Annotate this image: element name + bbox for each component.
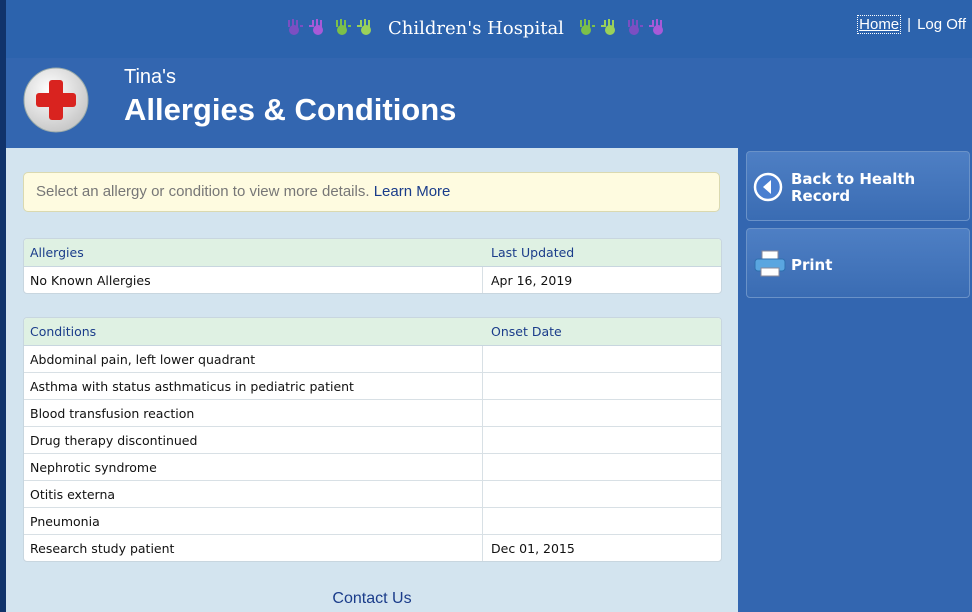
log-off-link[interactable]: Log Off (917, 16, 966, 33)
handprint-icon (627, 19, 643, 35)
handprint-icon (600, 19, 615, 35)
condition-name: Nephrotic syndrome (24, 454, 483, 480)
handprint-icon (336, 19, 351, 35)
table-row[interactable]: Drug therapy discontinued (24, 427, 721, 454)
back-button-label: Back to Health Record (791, 171, 915, 205)
back-to-health-record-button[interactable]: Back to Health Record (746, 151, 970, 221)
top-nav: Home | Log Off (857, 15, 966, 34)
hospital-brand: Children's Hospital (272, 8, 680, 48)
table-row[interactable]: Otitis externa (24, 481, 721, 508)
table-row[interactable]: No Known Allergies Apr 16, 2019 (24, 267, 721, 293)
allergy-date: Apr 16, 2019 (491, 272, 573, 288)
main-content: Select an allergy or condition to view m… (6, 148, 738, 612)
page-title: Allergies & Conditions (124, 92, 457, 127)
nav-separator: | (907, 16, 912, 33)
home-link[interactable]: Home (857, 15, 902, 34)
table-row[interactable]: Research study patient Dec 01, 2015 (24, 535, 721, 561)
condition-name: Asthma with status asthmaticus in pediat… (24, 373, 483, 399)
conditions-table: Conditions Onset Date Abdominal pain, le… (23, 317, 722, 562)
top-banner: Children's Hospital Home | Log Off (0, 0, 972, 58)
brand-name: Children's Hospital (388, 17, 564, 39)
print-button-label: Print (791, 256, 833, 274)
column-header-conditions[interactable]: Conditions (24, 318, 483, 345)
printer-icon (754, 250, 786, 277)
handprint-icon (579, 19, 595, 35)
handprint-icon (288, 19, 303, 35)
back-label-line2: Record (791, 187, 851, 205)
table-row[interactable]: Pneumonia (24, 508, 721, 535)
allergy-name: No Known Allergies (24, 267, 483, 293)
notice-text: Select an allergy or condition to view m… (36, 183, 370, 200)
condition-name: Research study patient (24, 535, 483, 561)
back-arrow-icon (753, 172, 783, 202)
back-label-line1: Back to Health (791, 170, 916, 188)
table-row[interactable]: Blood transfusion reaction (24, 400, 721, 427)
table-row[interactable]: Abdominal pain, left lower quadrant (24, 346, 721, 373)
info-notice: Select an allergy or condition to view m… (23, 172, 720, 212)
red-cross-icon (23, 67, 89, 133)
table-header: Allergies Last Updated (24, 239, 721, 267)
handprint-icon (309, 19, 323, 35)
handprint-icon (648, 19, 663, 35)
table-header: Conditions Onset Date (24, 318, 721, 346)
condition-date: Dec 01, 2015 (491, 540, 575, 556)
sidebar: Back to Health Record Print (738, 148, 972, 612)
condition-name: Blood transfusion reaction (24, 400, 483, 426)
condition-name: Abdominal pain, left lower quadrant (24, 346, 483, 372)
learn-more-link[interactable]: Learn More (374, 183, 451, 200)
condition-name: Pneumonia (24, 508, 483, 534)
handprints-left (284, 19, 376, 37)
condition-name: Otitis externa (24, 481, 483, 507)
column-header-onset-date[interactable]: Onset Date (483, 324, 562, 339)
contact-us-link[interactable]: Contact Us (6, 590, 738, 608)
table-row[interactable]: Nephrotic syndrome (24, 454, 721, 481)
handprint-icon (357, 19, 371, 35)
print-button[interactable]: Print (746, 228, 970, 298)
allergies-table: Allergies Last Updated No Known Allergie… (23, 238, 722, 294)
condition-name: Drug therapy discontinued (24, 427, 483, 453)
handprints-right (576, 19, 668, 37)
column-header-last-updated[interactable]: Last Updated (483, 245, 574, 260)
table-row[interactable]: Asthma with status asthmaticus in pediat… (24, 373, 721, 400)
patient-name: Tina's (124, 66, 176, 88)
column-header-allergies[interactable]: Allergies (24, 239, 483, 266)
page-header: Tina's Allergies & Conditions (0, 58, 972, 148)
